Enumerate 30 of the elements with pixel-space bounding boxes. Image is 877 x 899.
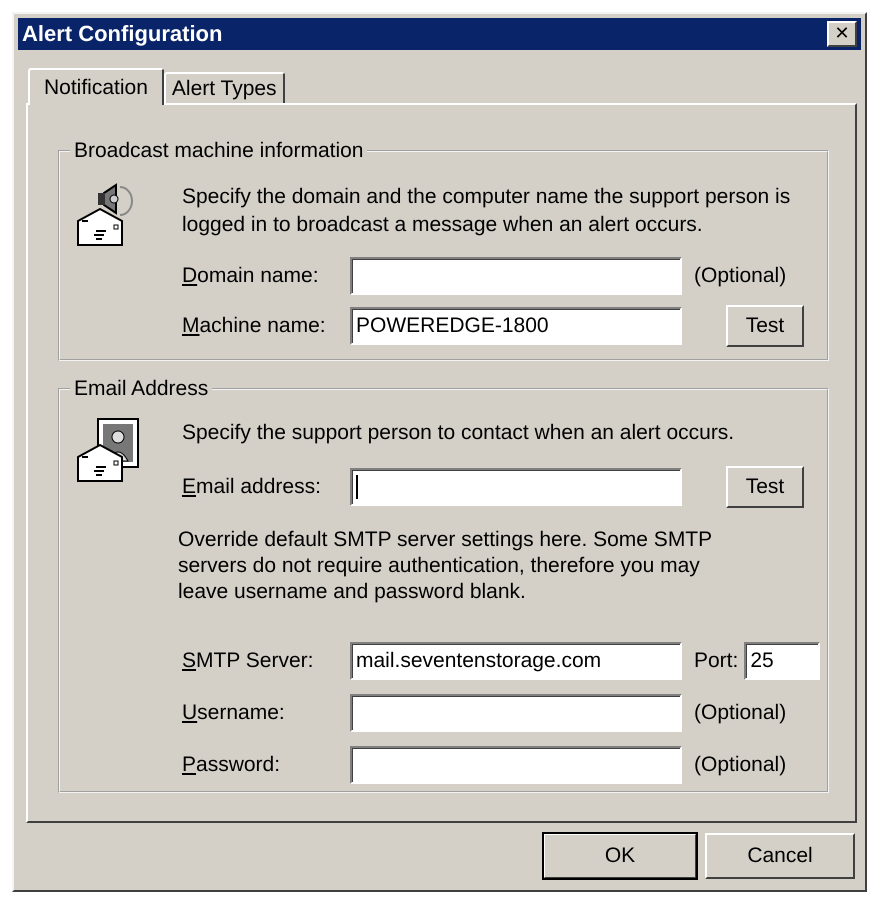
port-label: Port: [694, 649, 738, 673]
field-label: Email address: [182, 475, 322, 499]
dialog-button[interactable]: Cancel [705, 833, 855, 879]
description-text: Specify the domain and the computer name the support person is logged in to broadcast a message when an alert occurs. [182, 184, 792, 238]
field-label: SMTP Server: [182, 649, 314, 673]
optional-label: (Optional) [694, 753, 786, 777]
field-label: Machine name: [182, 314, 327, 338]
window-title: Alert Configuration [22, 21, 222, 47]
group-title: Broadcast machine information [73, 139, 364, 163]
group-title: Email Address [73, 377, 210, 401]
input-field[interactable] [350, 468, 682, 506]
input-field[interactable]: mail.seventenstorage.com [350, 642, 682, 680]
smtp-note-text: Override default SMTP server settings here. Some SMTP servers do not require authentication, therefore you may leave username and password blank. [178, 527, 713, 605]
input-field[interactable] [350, 257, 682, 295]
input-field[interactable] [350, 746, 682, 784]
close-button[interactable]: ✕ [827, 21, 857, 47]
tab[interactable]: Alert Types [164, 72, 285, 103]
field-label: Domain name: [182, 264, 320, 288]
field-label: Username: [182, 701, 286, 725]
test-button[interactable]: Test [726, 466, 804, 508]
dialog-button[interactable]: OK [543, 833, 697, 879]
input-field[interactable] [350, 694, 682, 732]
field-label: Password: [182, 753, 282, 777]
optional-label: (Optional) [694, 264, 786, 288]
test-button[interactable]: Test [726, 305, 804, 347]
optional-label: (Optional) [694, 701, 786, 725]
description-text: Specify the support person to contact when an alert occurs. [182, 420, 736, 446]
port-field[interactable]: 25 [744, 642, 820, 680]
input-field[interactable]: POWEREDGE-1800 [350, 307, 682, 345]
tab[interactable]: Notification [28, 68, 164, 105]
